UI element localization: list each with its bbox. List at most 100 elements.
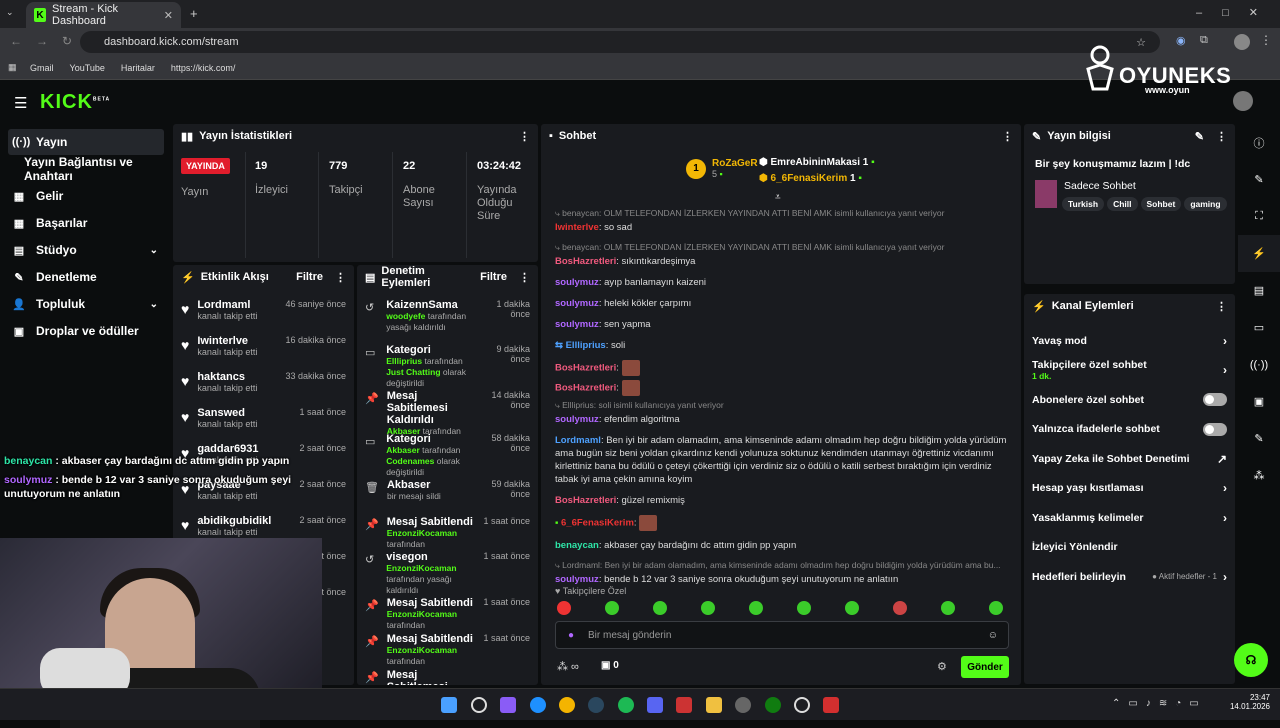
- emote-icon[interactable]: [989, 601, 1003, 615]
- browser-menu-icon[interactable]: ⋮: [1260, 33, 1272, 47]
- lightning-icon[interactable]: ⚡: [1238, 235, 1280, 272]
- community-icon[interactable]: ⁂: [1238, 457, 1280, 494]
- emote-icon[interactable]: [845, 601, 859, 615]
- extension-icon[interactable]: ◉: [1176, 34, 1186, 47]
- folder-icon[interactable]: [706, 697, 722, 713]
- sidebar-item-studio[interactable]: ▤ Stüdyo ⌄: [8, 237, 164, 263]
- kebab-menu-icon[interactable]: ⋮: [1216, 130, 1227, 143]
- bookmark-youtube[interactable]: YouTube: [70, 63, 105, 73]
- sidebar-item-stream-key[interactable]: Yayın Bağlantısı ve Anahtarı: [8, 155, 164, 183]
- chevron-right-icon[interactable]: ›: [1223, 570, 1227, 584]
- chevron-right-icon[interactable]: ›: [1223, 511, 1227, 525]
- bookmark-maps[interactable]: Haritalar: [121, 63, 155, 73]
- sidebar-item-achievements[interactable]: ▦ Başarılar: [8, 210, 164, 236]
- recorder-icon[interactable]: [823, 697, 839, 713]
- emote-icon[interactable]: [797, 601, 811, 615]
- chat-input[interactable]: ● Bir mesaj gönderin ☺: [555, 621, 1009, 649]
- broadcast-icon[interactable]: ((·)): [1238, 346, 1280, 383]
- filter-button[interactable]: Filtre: [296, 271, 323, 283]
- kebab-menu-icon[interactable]: ⋮: [519, 271, 530, 284]
- extensions-puzzle-icon[interactable]: ⧉: [1200, 34, 1208, 47]
- modlog-item[interactable]: 📌 Mesaj Sabitlendi EnzonziKocaman tarafınd…: [357, 597, 538, 633]
- tab-kick-dashboard[interactable]: K Stream - Kick Dashboard ✕: [26, 2, 181, 28]
- apps-grid-icon[interactable]: ▦: [8, 62, 17, 73]
- modlog-item[interactable]: 🗑 Akbaser bir mesajı sildi 59 dakika önce: [357, 479, 538, 516]
- edit-pencil-icon[interactable]: ✎: [1238, 161, 1280, 198]
- chevron-right-icon[interactable]: ›: [1223, 481, 1227, 495]
- info-icon[interactable]: ⓘ: [1238, 124, 1280, 161]
- kebab-menu-icon[interactable]: ⋮: [519, 130, 530, 143]
- bookmark-gmail[interactable]: Gmail: [30, 63, 54, 73]
- emoji-picker-icon[interactable]: ☺: [988, 630, 998, 641]
- discord-icon[interactable]: [647, 697, 663, 713]
- channel-action-6[interactable]: Yasaklanmış kelimeler ›: [1024, 503, 1235, 533]
- steam-icon[interactable]: [588, 697, 604, 713]
- tag[interactable]: gaming: [1184, 197, 1227, 211]
- emote-icon[interactable]: [605, 601, 619, 615]
- kick-logo[interactable]: KICKBETA: [40, 91, 110, 114]
- channel-action-2[interactable]: Abonelere özel sohbet: [1024, 385, 1235, 415]
- send-button[interactable]: Gönder: [961, 656, 1009, 678]
- feed-item[interactable]: ♥ Iwinterlve kanalı takip etti 16 dakika ön…: [173, 335, 354, 371]
- channel-action-1[interactable]: Takipçilere özel sohbet 1 dk. ›: [1024, 356, 1235, 386]
- window-controls[interactable]: –□✕: [1196, 6, 1278, 19]
- copilot-icon[interactable]: [500, 697, 516, 713]
- emote-icon[interactable]: [749, 601, 763, 615]
- chevron-right-icon[interactable]: ›: [1223, 363, 1227, 377]
- channel-action-8[interactable]: Hedefleri belirleyin ● Aktif hedefler - 1…: [1024, 562, 1235, 592]
- modlog-item[interactable]: ▭ Kategori Ellliprius tarafından Just Chat…: [357, 344, 538, 390]
- microphone-icon[interactable]: ●: [568, 630, 574, 641]
- profile-avatar[interactable]: [1234, 34, 1250, 50]
- chevron-right-icon[interactable]: ›: [1223, 334, 1227, 348]
- sidebar-item-drops[interactable]: ▣ Droplar ve ödüller: [8, 318, 164, 344]
- clock[interactable]: 23:47 14.01.2026: [1224, 693, 1270, 711]
- emote-icon[interactable]: [941, 601, 955, 615]
- points-display[interactable]: ▣ 0: [601, 660, 619, 671]
- emote-icon[interactable]: [653, 601, 667, 615]
- channel-action-5[interactable]: Hesap yaşı kısıtlaması ›: [1024, 474, 1235, 504]
- sidebar-item-community[interactable]: 👤 Topluluk ⌄: [8, 291, 164, 317]
- modlog-item[interactable]: ↺ KaizennSama woodyefe tarafından yasağı k…: [357, 299, 538, 344]
- emote-icon[interactable]: [701, 601, 715, 615]
- hamburger-menu-icon[interactable]: ☰: [14, 94, 27, 112]
- channel-action-7[interactable]: İzleyici Yönlendir: [1024, 533, 1235, 563]
- new-tab-icon[interactable]: +: [190, 6, 198, 21]
- channel-points-icon[interactable]: ⁂ ∞: [557, 660, 579, 673]
- modlog-item[interactable]: 📌 Mesaj Sabitlemesi: [357, 669, 538, 685]
- kebab-menu-icon[interactable]: ⋮: [1002, 130, 1013, 143]
- start-icon[interactable]: [441, 697, 457, 713]
- external-link-icon[interactable]: ↗: [1217, 452, 1227, 466]
- feed-item[interactable]: ♥ Sanswed kanalı takip etti 1 saat önce: [173, 407, 354, 443]
- spotify-icon[interactable]: [618, 697, 634, 713]
- emote-icon[interactable]: [557, 601, 571, 615]
- help-headset-icon[interactable]: ☊: [1234, 643, 1268, 677]
- feed-item[interactable]: ♥ Lordmaml kanalı takip etti 46 saniye önce: [173, 299, 354, 335]
- bookmark-star-icon[interactable]: ☆: [1136, 36, 1146, 49]
- modlog-item[interactable]: ▭ Kategori Akbaser tarafından Codenames ol…: [357, 433, 538, 479]
- chat-settings-icon[interactable]: ⚙: [937, 660, 947, 673]
- wrench-icon[interactable]: ✎: [1238, 420, 1280, 457]
- channel-action-3[interactable]: Yalnızca ifadelerle sohbet: [1024, 415, 1235, 445]
- chrome-icon[interactable]: [559, 697, 575, 713]
- kebab-menu-icon[interactable]: ⋮: [1216, 300, 1227, 313]
- channel-action-4[interactable]: Yapay Zeka ile Sohbet Denetimi ↗: [1024, 444, 1235, 474]
- kebab-menu-icon[interactable]: ⋮: [335, 271, 346, 284]
- app-icon[interactable]: [676, 697, 692, 713]
- tab-close-icon[interactable]: ✕: [164, 9, 173, 22]
- tag[interactable]: Chill: [1107, 197, 1138, 211]
- modlog-item[interactable]: 📌 Mesaj Sabitlemesi Kaldırıldı Akbaser tar…: [357, 390, 538, 436]
- modlog-item[interactable]: ↺ visegon EnzonziKocaman tarafından yasağı…: [357, 551, 538, 597]
- search-icon[interactable]: [471, 697, 487, 713]
- tag[interactable]: Turkish: [1062, 197, 1105, 211]
- channel-action-0[interactable]: Yavaş mod ›: [1024, 326, 1235, 356]
- settings-icon[interactable]: [735, 697, 751, 713]
- system-tray-icons[interactable]: ⌃▭♪≋◔▭: [1112, 698, 1207, 709]
- sidebar-item-moderation[interactable]: ✎ Denetleme: [8, 264, 164, 290]
- user-avatar[interactable]: [1233, 91, 1253, 111]
- filter-button[interactable]: Filtre: [480, 271, 507, 283]
- toggle-switch[interactable]: [1203, 393, 1227, 407]
- store-icon[interactable]: ▣: [1238, 383, 1280, 420]
- tab-search-icon[interactable]: ⌄: [6, 7, 14, 18]
- emote-icon[interactable]: [893, 601, 907, 615]
- edge-icon[interactable]: [530, 697, 546, 713]
